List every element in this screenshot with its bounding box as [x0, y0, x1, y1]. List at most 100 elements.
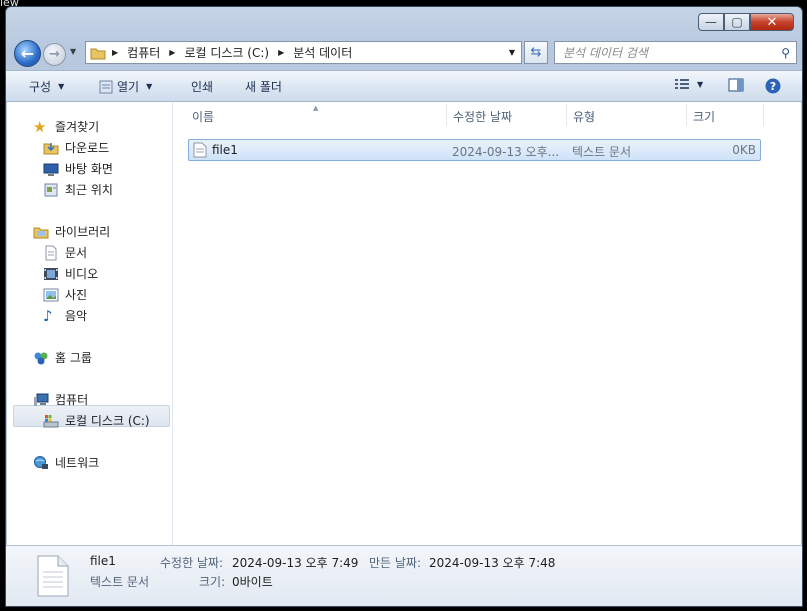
- breadcrumb-computer[interactable]: 컴퓨터: [127, 44, 160, 61]
- star-icon: ★: [33, 117, 47, 136]
- arrow-right-icon: →: [49, 47, 60, 62]
- file-modified: 2024-09-13 오후...: [452, 145, 560, 159]
- arrow-left-icon: ←: [20, 44, 35, 63]
- nav-documents[interactable]: 문서: [43, 244, 87, 261]
- music-note-icon: ♪: [43, 306, 53, 325]
- nav-label: 즐겨찾기: [55, 120, 100, 134]
- column-label: 크기: [693, 109, 716, 124]
- help-button[interactable]: ?: [765, 78, 781, 94]
- nav-label: 바탕 화면: [65, 162, 113, 176]
- nav-recent-places[interactable]: 최근 위치: [43, 181, 113, 198]
- breadcrumb-chevron-icon[interactable]: ▶: [169, 48, 175, 57]
- search-icon[interactable]: ⚲: [781, 46, 790, 60]
- preview-pane-icon: [728, 78, 744, 92]
- nav-label: 로컬 디스크 (C:): [65, 414, 150, 428]
- navigation-pane: ★ 즐겨찾기 다운로드 바탕 화면 최근 위치 라이브러리 문서 비디오 사진 …: [7, 102, 173, 545]
- column-label: 유형: [573, 109, 596, 124]
- new-folder-label: 새 폴더: [245, 80, 282, 94]
- computer-icon: [34, 393, 49, 406]
- file-type: 텍스트 문서: [572, 145, 632, 159]
- file-name: file1: [212, 143, 238, 157]
- open-button[interactable]: 열기 ▼: [99, 78, 152, 95]
- nav-favorites[interactable]: ★ 즐겨찾기: [33, 118, 99, 135]
- preview-pane-button[interactable]: [728, 78, 744, 92]
- minimize-button[interactable]: —: [698, 13, 724, 31]
- details-modified-label: 수정한 날짜:: [160, 556, 224, 570]
- column-label: 이름: [192, 109, 215, 124]
- nav-network[interactable]: 네트워크: [33, 454, 99, 471]
- breadcrumb-local-disk[interactable]: 로컬 디스크 (C:): [184, 44, 269, 61]
- nav-local-disk[interactable]: 로컬 디스크 (C:): [43, 412, 150, 429]
- nav-label: 음악: [65, 309, 88, 323]
- view-options-button[interactable]: ▼: [674, 78, 703, 90]
- organize-label: 구성: [29, 80, 52, 94]
- file-row[interactable]: file1 2024-09-13 오후... 텍스트 문서 0KB: [188, 139, 761, 161]
- details-size-label: 크기:: [199, 575, 226, 589]
- nav-homegroup[interactable]: 홈 그룹: [33, 349, 92, 366]
- drive-icon: [43, 414, 59, 427]
- file-size: 0KB: [732, 143, 756, 157]
- command-bar: 구성 ▼ 열기 ▼ 인쇄 새 폴더 ▼ ?: [6, 70, 802, 102]
- open-label: 열기: [117, 80, 140, 94]
- organize-button[interactable]: 구성 ▼: [29, 78, 64, 95]
- address-bar[interactable]: ▶ 컴퓨터 ▶ 로컬 디스크 (C:) ▶ 분석 데이터 ▼: [85, 41, 522, 64]
- breadcrumb-chevron-icon[interactable]: ▶: [278, 48, 284, 57]
- column-divider[interactable]: [686, 104, 687, 126]
- window-controls: — ▢ ✕: [698, 13, 794, 31]
- nav-label: 홈 그룹: [55, 351, 92, 365]
- nav-label: 다운로드: [65, 141, 110, 155]
- nav-computer[interactable]: 컴퓨터: [33, 391, 88, 408]
- sort-ascending-icon: ▲: [313, 104, 319, 112]
- recent-pages-dropdown[interactable]: ▼: [70, 47, 76, 56]
- homegroup-icon: [34, 352, 48, 364]
- picture-icon: [43, 288, 59, 301]
- nav-label: 비디오: [65, 267, 99, 281]
- refresh-icon: ⇆: [530, 45, 542, 60]
- column-header-type[interactable]: 유형: [573, 102, 595, 130]
- column-header-size[interactable]: 크기: [693, 102, 715, 130]
- search-input[interactable]: 분석 데이터 검색 ⚲: [554, 41, 797, 64]
- new-folder-button[interactable]: 새 폴더: [245, 78, 282, 95]
- breadcrumb-analysis-data[interactable]: 분석 데이터: [293, 44, 352, 61]
- details-file-name: file1: [90, 554, 116, 568]
- nav-label: 컴퓨터: [55, 393, 89, 407]
- nav-label: 라이브러리: [55, 225, 111, 239]
- notepad-icon: [99, 80, 113, 93]
- breadcrumb-chevron-icon[interactable]: ▶: [112, 48, 118, 57]
- video-icon: [44, 267, 58, 280]
- details-pane: file1 텍스트 문서 수정한 날짜: 2024-09-13 오후 7:49 …: [6, 545, 802, 606]
- address-dropdown-icon[interactable]: ▼: [509, 48, 515, 57]
- refresh-button[interactable]: ⇆: [524, 41, 548, 64]
- column-divider[interactable]: [446, 104, 447, 126]
- explorer-window: — ▢ ✕ ← → ▼ ▶ 컴퓨터 ▶ 로컬 디스크 (C:) ▶ 분석 데이터 ▼ …: [5, 6, 803, 607]
- nav-label: 사진: [65, 288, 88, 302]
- column-header-name[interactable]: 이름: [192, 102, 214, 130]
- details-created-label: 만든 날짜:: [369, 556, 422, 570]
- print-label: 인쇄: [191, 80, 214, 94]
- nav-videos[interactable]: 비디오: [43, 265, 98, 282]
- nav-libraries[interactable]: 라이브러리: [33, 223, 110, 240]
- close-button[interactable]: ✕: [750, 13, 794, 31]
- nav-downloads[interactable]: 다운로드: [43, 139, 109, 156]
- nav-music[interactable]: ♪ 음악: [43, 307, 87, 324]
- maximize-button[interactable]: ▢: [724, 13, 750, 31]
- document-icon: [45, 245, 57, 260]
- recent-places-icon: [44, 183, 58, 196]
- list-view-icon: [675, 79, 689, 89]
- details-created-value: 2024-09-13 오후 7:48: [429, 556, 556, 570]
- column-divider[interactable]: [566, 104, 567, 126]
- folder-icon: [90, 48, 106, 59]
- back-button[interactable]: ←: [14, 40, 41, 67]
- chevron-down-icon: ▼: [146, 82, 153, 91]
- print-button[interactable]: 인쇄: [191, 78, 213, 95]
- nav-pictures[interactable]: 사진: [43, 286, 87, 303]
- downloads-folder-icon: [43, 142, 59, 154]
- forward-button[interactable]: →: [43, 43, 66, 66]
- help-icon: ?: [765, 78, 781, 94]
- nav-desktop[interactable]: 바탕 화면: [43, 160, 113, 177]
- nav-label: 네트워크: [55, 456, 100, 470]
- details-file-type: 텍스트 문서: [90, 575, 150, 589]
- column-header-modified[interactable]: 수정한 날짜: [453, 102, 512, 130]
- content-area: ★ 즐겨찾기 다운로드 바탕 화면 최근 위치 라이브러리 문서 비디오 사진 …: [7, 102, 801, 545]
- column-divider[interactable]: [763, 104, 764, 126]
